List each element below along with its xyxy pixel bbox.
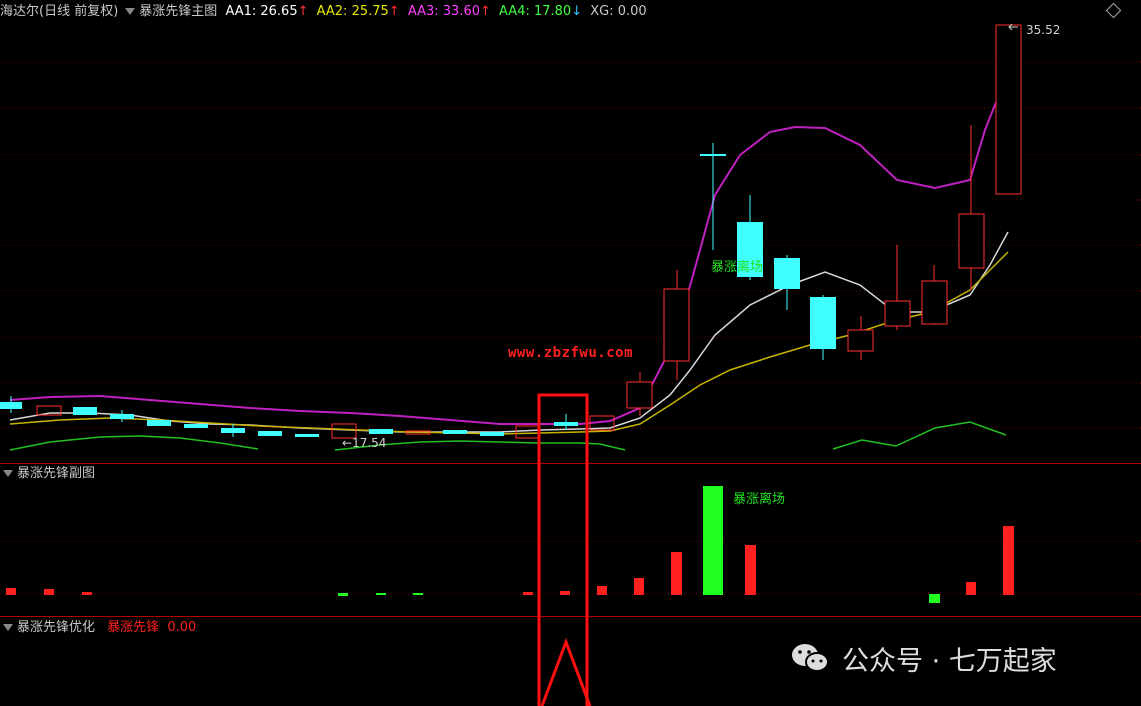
signal-sub-label: 暴涨离场 xyxy=(733,492,786,507)
highlight-box xyxy=(537,393,589,706)
signal-spike xyxy=(540,637,592,706)
signal-main-label: 暴涨离场 xyxy=(711,260,764,275)
aa4-line xyxy=(9,435,259,451)
aa3-line xyxy=(9,71,1009,425)
aa4-line-3 xyxy=(832,421,1007,450)
wechat-watermark-text: 公众号 · 七万起家 xyxy=(842,645,1057,677)
high-price-label: 35.52 xyxy=(1026,23,1061,37)
sub-panel-bars xyxy=(6,486,1014,603)
watermark-url: www.zbzfwu.com xyxy=(508,345,634,361)
candles xyxy=(0,24,1022,439)
wechat-logo-icon xyxy=(790,641,830,675)
low-arrow-icon: ← xyxy=(342,436,353,450)
grid-lines xyxy=(0,61,1141,595)
low-price-value: 17.54 xyxy=(352,436,387,450)
low-price-label: ←17.54 xyxy=(342,436,386,450)
wechat-watermark: 公众号 · 七万起家 xyxy=(790,638,1057,678)
